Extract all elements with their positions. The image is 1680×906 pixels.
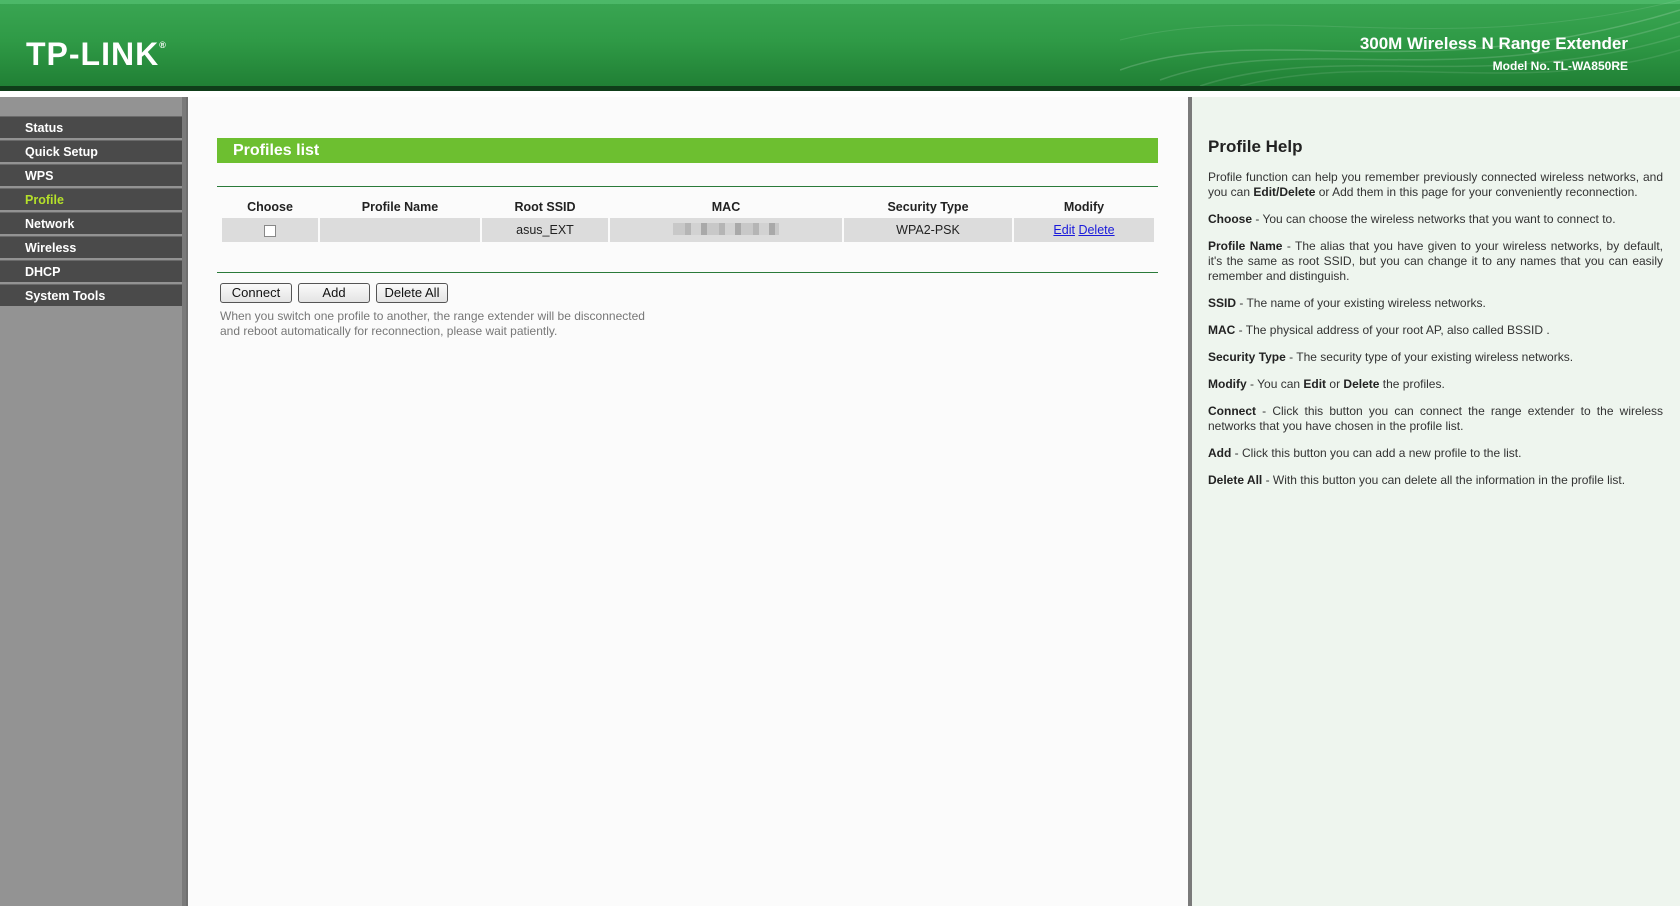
add-button[interactable]: Add bbox=[298, 283, 370, 303]
help-body: Profile function can help you remember p… bbox=[1208, 170, 1663, 500]
sidebar-item-wps[interactable]: WPS bbox=[0, 164, 182, 186]
column-header-modify: Modify bbox=[1063, 200, 1105, 214]
column-header-profile-name: Profile Name bbox=[361, 200, 439, 214]
sidebar-item-network[interactable]: Network bbox=[0, 212, 182, 234]
profile-name-cell bbox=[320, 218, 480, 242]
sidebar-item-system-tools[interactable]: System Tools bbox=[0, 284, 182, 306]
header-banner: TP-LINK® 300M Wireless N Range Extender … bbox=[0, 0, 1680, 91]
sidebar-item-quick-setup[interactable]: Quick Setup bbox=[0, 140, 182, 162]
table-top-divider bbox=[217, 186, 1158, 187]
help-choose: Choose - You can choose the wireless net… bbox=[1208, 212, 1616, 226]
product-title: 300M Wireless N Range Extender bbox=[1359, 34, 1628, 53]
help-title: Profile Help bbox=[1208, 137, 1303, 156]
sidebar-item-status[interactable]: Status bbox=[0, 116, 182, 138]
column-header-security-type: Security Type bbox=[887, 200, 969, 214]
help-ssid: SSID - The name of your existing wireles… bbox=[1208, 296, 1486, 310]
help-delete-all: Delete All - With this button you can de… bbox=[1208, 473, 1626, 487]
profiles-table: Choose Profile Name Root SSID MAC Securi… bbox=[220, 196, 1156, 242]
help-security-type: Security Type - The security type of you… bbox=[1208, 350, 1574, 364]
sidebar-item-profile[interactable]: Profile bbox=[0, 188, 182, 210]
sidebar-item-dhcp[interactable]: DHCP bbox=[0, 260, 182, 282]
model-number: Model No. TL-WA850RE bbox=[1492, 59, 1628, 73]
connect-button[interactable]: Connect bbox=[220, 283, 292, 303]
security-type-cell: WPA2-PSK bbox=[844, 218, 1012, 242]
mac-cell bbox=[610, 218, 842, 242]
delete-link[interactable]: Delete bbox=[1078, 223, 1114, 237]
root-ssid-cell: asus_EXT bbox=[482, 218, 608, 242]
help-mac: MAC - The physical address of your root … bbox=[1208, 323, 1550, 337]
sidebar-item-wireless[interactable]: Wireless bbox=[0, 236, 182, 258]
header-bottom-stripe bbox=[0, 86, 1680, 91]
page-title: Profiles list bbox=[217, 138, 1158, 163]
column-header-choose: Choose bbox=[247, 200, 293, 214]
table-header-row: Choose Profile Name Root SSID MAC Securi… bbox=[222, 196, 1154, 218]
choose-cell bbox=[222, 218, 318, 242]
column-header-mac: MAC bbox=[711, 200, 741, 214]
table-row: asus_EXT WPA2-PSK Edit Delete bbox=[222, 218, 1154, 242]
reconnect-note: When you switch one profile to another, … bbox=[220, 309, 645, 338]
modify-cell: Edit Delete bbox=[1014, 218, 1154, 242]
help-add: Add - Click this button you can add a ne… bbox=[1208, 446, 1522, 460]
help-modify: Modify - You can Edit or Delete the prof… bbox=[1208, 377, 1445, 391]
mac-redacted bbox=[673, 222, 779, 235]
choose-checkbox[interactable] bbox=[264, 224, 276, 237]
column-header-root-ssid: Root SSID bbox=[514, 200, 576, 214]
help-connect: Connect - Click this button you can conn… bbox=[1208, 404, 1663, 433]
delete-all-button[interactable]: Delete All bbox=[376, 283, 448, 303]
help-profile-name: Profile Name - The alias that you have g… bbox=[1208, 239, 1663, 283]
table-bottom-divider bbox=[217, 272, 1158, 273]
edit-link[interactable]: Edit bbox=[1053, 223, 1075, 237]
tp-link-logo: TP-LINK® bbox=[26, 36, 167, 72]
help-intro: Profile function can help you remember p… bbox=[1208, 170, 1663, 199]
